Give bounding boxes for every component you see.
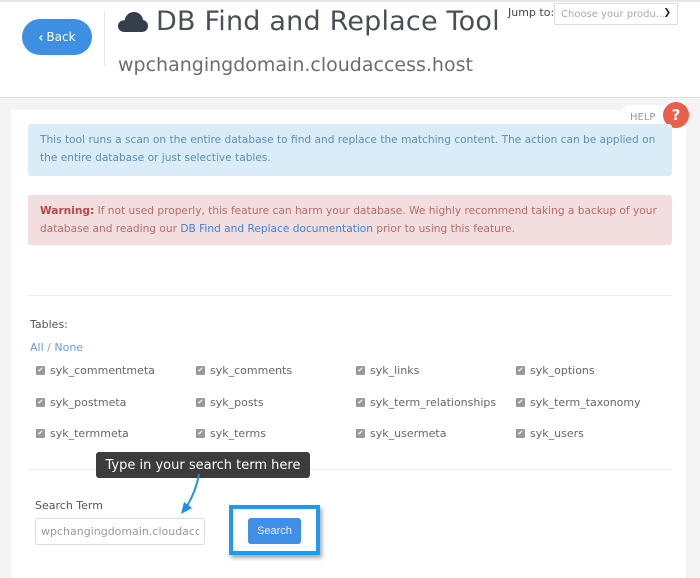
checkbox-checked-icon[interactable]: ✔ — [356, 366, 365, 375]
table-checkbox-item[interactable]: ✔ syk_commentmeta — [36, 364, 155, 377]
site-domain: wpchangingdomain.cloudaccess.host — [118, 54, 473, 76]
chevron-down-icon: ❯ — [663, 8, 671, 18]
table-checkbox-item[interactable]: ✔ syk_postmeta — [36, 396, 126, 409]
annotation-arrow-icon — [181, 474, 200, 514]
jump-to-label: Jump to: — [508, 6, 555, 19]
table-name-label: syk_links — [370, 364, 420, 377]
back-button[interactable]: ‹ Back — [22, 19, 92, 55]
divider — [28, 295, 672, 296]
product-select-placeholder: Choose your produ... — [561, 8, 666, 20]
back-button-label: Back — [46, 30, 76, 44]
header-divider — [104, 12, 105, 66]
table-checkbox-item[interactable]: ✔ syk_term_relationships — [356, 396, 496, 409]
table-name-label: syk_terms — [210, 427, 266, 440]
table-checkbox-item[interactable]: ✔ syk_termmeta — [36, 427, 129, 440]
table-checkbox-item[interactable]: ✔ syk_users — [516, 427, 584, 440]
documentation-link[interactable]: DB Find and Replace documentation — [180, 223, 373, 235]
table-name-label: syk_usermeta — [370, 427, 447, 440]
table-checkbox-item[interactable]: ✔ syk_options — [516, 364, 595, 377]
main-panel — [11, 110, 686, 578]
checkbox-checked-icon[interactable]: ✔ — [356, 429, 365, 438]
table-name-label: syk_commentmeta — [50, 364, 155, 377]
product-select[interactable]: Choose your produ... ❯ — [554, 3, 678, 25]
search-button[interactable]: Search — [248, 518, 301, 544]
warning-label: Warning: — [40, 205, 95, 217]
table-checkbox-item[interactable]: ✔ syk_links — [356, 364, 419, 377]
table-name-label: syk_postmeta — [50, 396, 127, 409]
table-name-label: syk_term_relationships — [370, 396, 497, 409]
checkbox-checked-icon[interactable]: ✔ — [356, 398, 365, 407]
table-name-label: syk_comments — [210, 364, 293, 377]
page-header: ‹ Back DB Find and Replace Tool wpchangi… — [0, 0, 700, 98]
chevron-left-icon: ‹ — [38, 28, 44, 46]
search-term-label: Search Term — [35, 499, 103, 512]
tables-label: Tables: — [30, 318, 68, 331]
checkbox-checked-icon[interactable]: ✔ — [36, 398, 45, 407]
info-text: This tool runs a scan on the entire data… — [40, 134, 656, 164]
checkbox-checked-icon[interactable]: ✔ — [516, 429, 525, 438]
checkbox-checked-icon[interactable]: ✔ — [516, 398, 525, 407]
select-separator: / — [47, 341, 51, 354]
table-checkbox-item[interactable]: ✔ syk_terms — [196, 427, 266, 440]
table-checkbox-item[interactable]: ✔ syk_term_taxonomy — [516, 396, 641, 409]
cloud-icon — [118, 11, 148, 32]
help-label: HELP — [630, 111, 656, 123]
table-name-label: syk_term_taxonomy — [530, 396, 641, 409]
table-checkbox-item[interactable]: ✔ syk_comments — [196, 364, 292, 377]
info-alert: This tool runs a scan on the entire data… — [28, 124, 672, 176]
checkbox-checked-icon[interactable]: ✔ — [196, 398, 205, 407]
warning-alert: Warning: If not used properly, this feat… — [28, 195, 672, 245]
select-all-link[interactable]: All — [30, 341, 44, 354]
checkbox-checked-icon[interactable]: ✔ — [516, 366, 525, 375]
table-name-label: syk_users — [530, 427, 584, 440]
table-checkbox-item[interactable]: ✔ syk_usermeta — [356, 427, 446, 440]
table-name-label: syk_posts — [210, 396, 264, 409]
checkbox-checked-icon[interactable]: ✔ — [196, 366, 205, 375]
checkbox-checked-icon[interactable]: ✔ — [196, 429, 205, 438]
search-term-input[interactable] — [35, 518, 205, 545]
title-row: DB Find and Replace Tool — [118, 6, 500, 37]
table-checkbox-item[interactable]: ✔ syk_posts — [196, 396, 264, 409]
table-name-label: syk_options — [530, 364, 595, 377]
select-links: All / None — [30, 341, 83, 354]
select-none-link[interactable]: None — [54, 341, 83, 354]
page-title: DB Find and Replace Tool — [156, 6, 500, 37]
annotation-tooltip-text: Type in your search term here — [105, 457, 301, 473]
checkbox-checked-icon[interactable]: ✔ — [36, 366, 45, 375]
warning-text-after: prior to using this feature. — [372, 223, 515, 235]
table-name-label: syk_termmeta — [50, 427, 129, 440]
checkbox-checked-icon[interactable]: ✔ — [36, 429, 45, 438]
